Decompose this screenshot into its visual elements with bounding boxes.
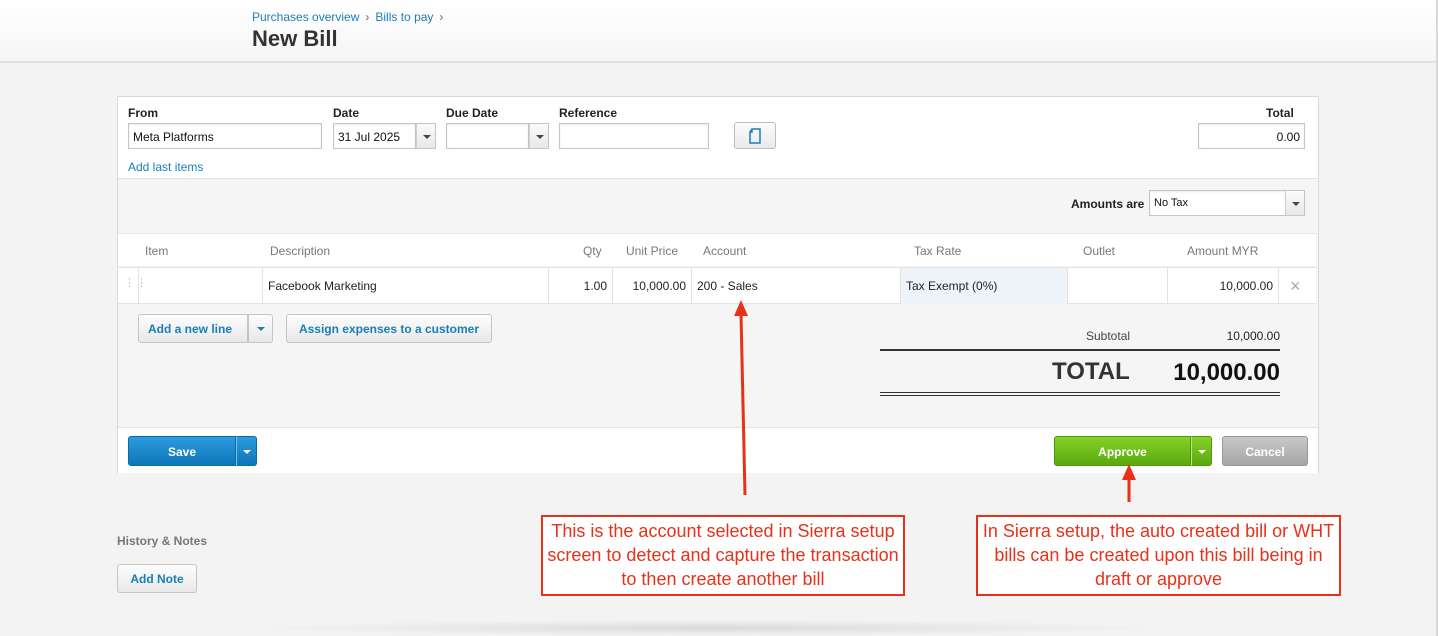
annotation-arrowhead-left (734, 300, 748, 316)
annotation-arrow-left (739, 313, 747, 496)
annotation-callout-approve: In Sierra setup, the auto created bill o… (976, 515, 1341, 596)
annotation-callout-account: This is the account selected in Sierra s… (541, 515, 905, 596)
bottom-shadow (250, 620, 1170, 636)
annotation-arrowhead-right (1122, 464, 1136, 480)
